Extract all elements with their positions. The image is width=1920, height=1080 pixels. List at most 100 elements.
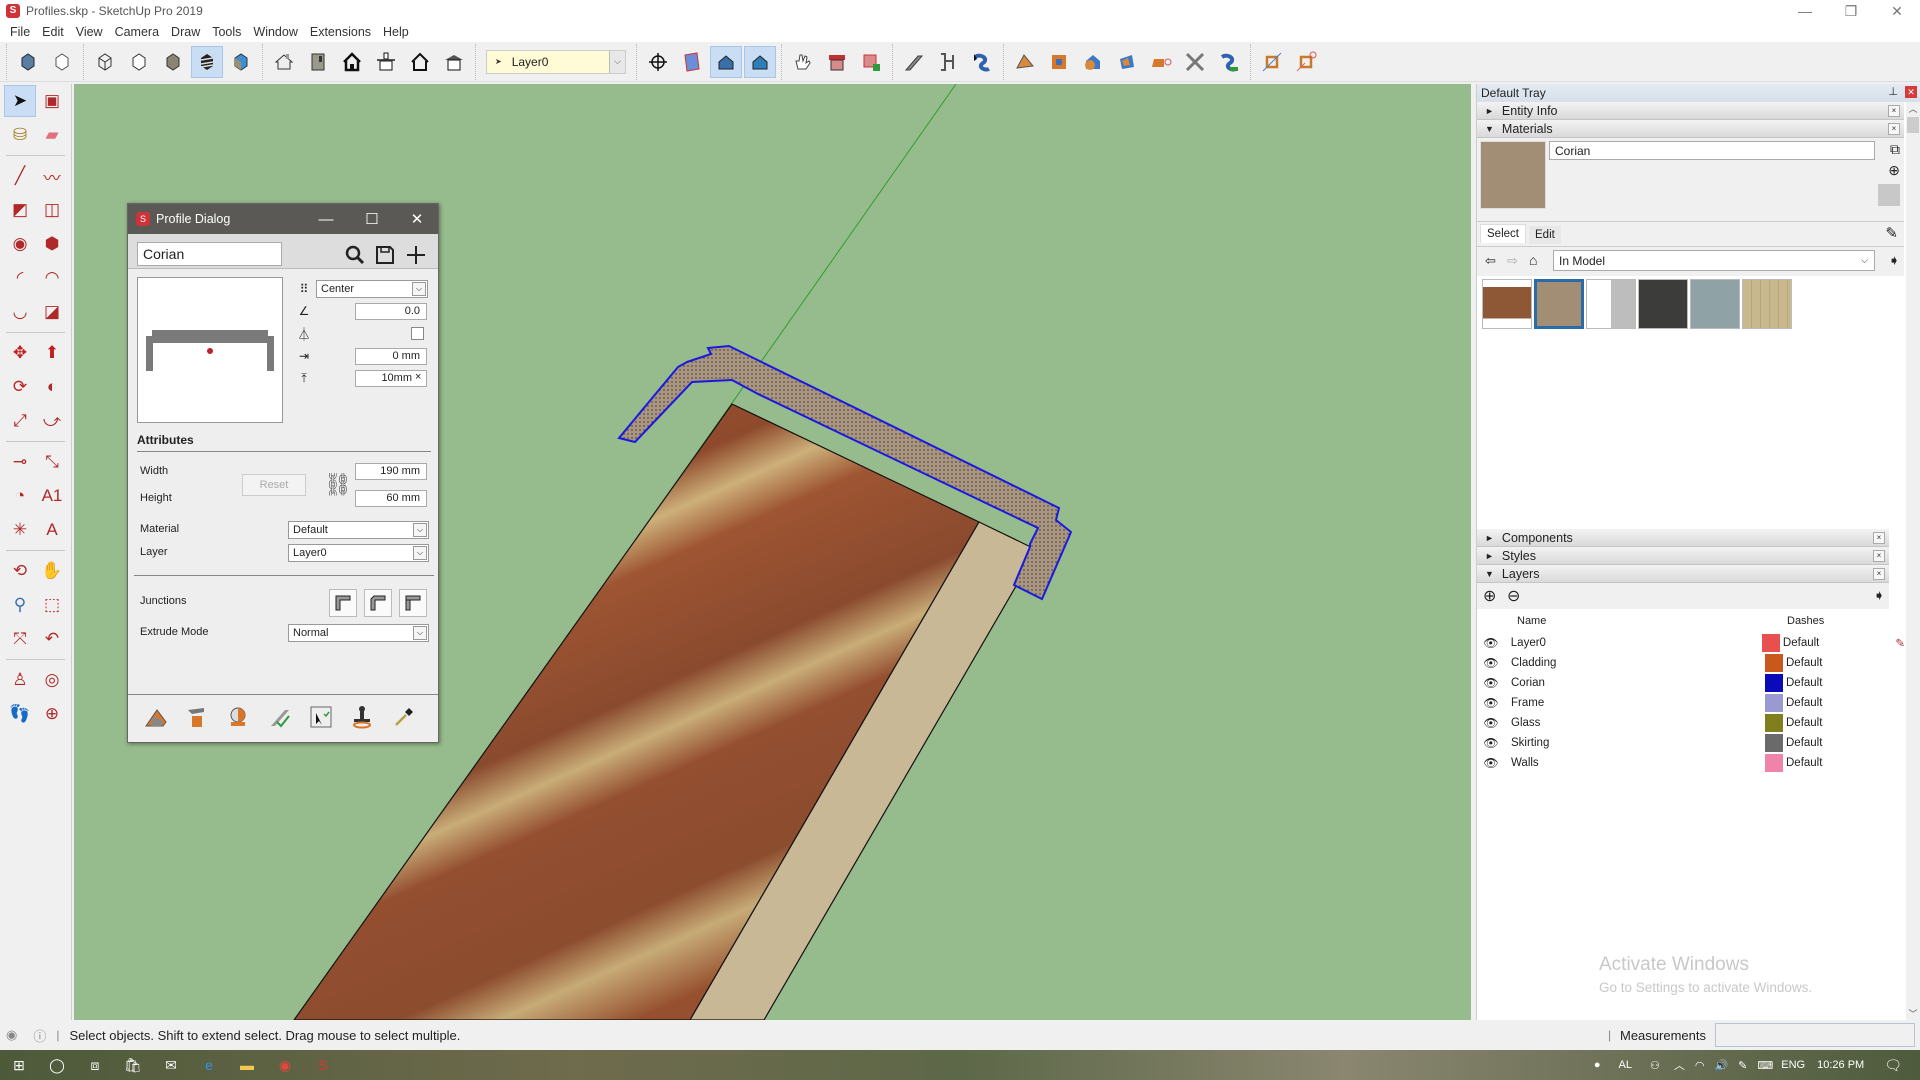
layer-name[interactable]: Layer0 xyxy=(1501,637,1748,649)
visibility-eye-icon[interactable]: 👁 xyxy=(1481,656,1501,670)
panel-layers[interactable]: ▼ Layers × xyxy=(1477,565,1889,583)
junction-square-button[interactable] xyxy=(329,589,357,617)
scroll-up-icon[interactable]: ︿ xyxy=(1906,102,1920,115)
material-swatch-concrete[interactable] xyxy=(1690,279,1740,329)
keyboard-icon[interactable]: ⌨ xyxy=(1757,1059,1773,1072)
visibility-eye-icon[interactable]: 👁 xyxy=(1481,716,1501,730)
pen-icon[interactable]: ✎ xyxy=(1738,1059,1747,1072)
arc-tool-button[interactable]: ◜ xyxy=(4,262,36,294)
zoom-extents-tool-button[interactable]: ⤧ xyxy=(4,623,36,655)
axes-tool-button[interactable]: ✳ xyxy=(4,514,36,546)
material-swatch-glass[interactable] xyxy=(1586,279,1636,329)
shaded-button[interactable] xyxy=(157,46,189,78)
layer-name[interactable]: Skirting xyxy=(1501,737,1751,749)
orbit-tool-button[interactable]: ⟲ xyxy=(4,555,36,587)
layer-row[interactable]: 👁 Glass Default xyxy=(1477,713,1905,733)
display-secondary-browser-icon[interactable]: ⧉ xyxy=(1890,141,1900,158)
layer-dashes[interactable]: Default xyxy=(1783,697,1822,709)
visibility-eye-icon[interactable]: 👁 xyxy=(1481,696,1501,710)
layer-row[interactable]: 👁 Corian Default xyxy=(1477,673,1905,693)
network-icon[interactable]: ◠ xyxy=(1695,1059,1705,1072)
dimension-tool-button[interactable]: ⤡ xyxy=(36,446,68,478)
offset-x-input[interactable]: 0 mm xyxy=(355,348,427,365)
panel-close-button[interactable]: × xyxy=(1888,105,1900,117)
layer-row[interactable]: 👁 Frame Default xyxy=(1477,693,1905,713)
edit-profile-button[interactable] xyxy=(266,703,294,731)
rotated-rectangle-tool-button[interactable]: ◫ xyxy=(36,194,68,226)
details-arrow-icon[interactable]: ➧ xyxy=(1873,587,1885,604)
layer-row[interactable]: 👁 Skirting Default xyxy=(1477,733,1905,753)
panel-close-button[interactable]: × xyxy=(1888,123,1900,135)
home-icon[interactable]: ⌂ xyxy=(1529,252,1537,268)
polygon-tool-button[interactable]: ⬢ xyxy=(36,228,68,260)
close-button[interactable]: ✕ xyxy=(1874,0,1920,22)
dialog-title-bar[interactable]: S Profile Dialog — ☐ ✕ xyxy=(128,204,438,234)
clock[interactable]: 10:26 PM xyxy=(1817,1059,1864,1071)
section-fill-button[interactable] xyxy=(744,45,776,78)
link-chain-icon[interactable]: ⛓ xyxy=(324,472,352,498)
profile-builder-button[interactable] xyxy=(821,46,853,78)
layer-row[interactable]: 👁 Cladding Default xyxy=(1477,653,1905,673)
layer-name[interactable]: Cladding xyxy=(1501,657,1751,669)
layer-color-swatch[interactable] xyxy=(1765,714,1783,732)
section-plane-tool-button[interactable]: ⊕ xyxy=(36,698,68,730)
push-pull-tool-button[interactable]: ⬆ xyxy=(36,337,68,369)
eyedropper-button[interactable] xyxy=(390,703,418,731)
store-button[interactable]: 🛍 xyxy=(114,1050,152,1080)
collection-select[interactable]: In Model ⌵ xyxy=(1553,250,1875,271)
follow-me-tool-button[interactable]: ◐ xyxy=(36,371,68,403)
line-tool-button[interactable]: ╱ xyxy=(4,160,36,192)
move-tool-button[interactable]: ✥ xyxy=(4,337,36,369)
back-edges-button[interactable] xyxy=(46,46,78,78)
wireframe-button[interactable] xyxy=(89,46,121,78)
measurements-input[interactable] xyxy=(1715,1023,1915,1047)
window-frame-remove-button[interactable] xyxy=(1290,46,1322,78)
profile-name-input[interactable]: Corian xyxy=(137,242,282,266)
monochrome-button[interactable] xyxy=(225,46,257,78)
back-arrow-icon[interactable]: ⇦ xyxy=(1485,253,1496,269)
menu-help[interactable]: Help xyxy=(377,25,415,39)
make-component-tool-button[interactable]: ▣ xyxy=(36,85,68,117)
alignment-select[interactable]: Center ⌵ xyxy=(316,280,428,298)
section-plane-button[interactable] xyxy=(642,46,674,78)
menu-extensions[interactable]: Extensions xyxy=(304,25,377,39)
offset-tool-button[interactable]: ⤻ xyxy=(36,405,68,437)
layer-row[interactable]: 👁 Layer0 Default ✎ xyxy=(1477,633,1905,653)
edit-profile-button[interactable] xyxy=(932,46,964,78)
reset-button[interactable]: Reset xyxy=(242,474,306,496)
people-icon[interactable]: ⚇ xyxy=(1650,1059,1660,1072)
task-view-button[interactable]: ⧈ xyxy=(76,1050,114,1080)
panel-components[interactable]: ► Components × xyxy=(1477,529,1889,547)
layer-dropdown[interactable]: ➤ Layer0 ⌵ xyxy=(486,49,626,74)
tab-select[interactable]: Select xyxy=(1480,224,1526,243)
column-name[interactable]: Name xyxy=(1517,615,1787,627)
layer-color-swatch[interactable] xyxy=(1765,674,1783,692)
material-swatch-dark-grey[interactable] xyxy=(1638,279,1688,329)
panel-close-button[interactable]: × xyxy=(1873,532,1885,544)
walk-tool-button[interactable]: 👣 xyxy=(4,698,36,730)
create-material-icon[interactable]: ⊕ xyxy=(1888,162,1900,179)
dialog-maximize-button[interactable]: ☐ xyxy=(352,204,392,234)
restore-button[interactable]: ❐ xyxy=(1828,0,1874,22)
menu-tools[interactable]: Tools xyxy=(206,25,247,39)
layer-color-swatch[interactable] xyxy=(1765,754,1783,772)
tape-measure-tool-button[interactable]: ⊸ xyxy=(4,446,36,478)
position-camera-tool-button[interactable]: ♙ xyxy=(4,664,36,696)
panel-materials[interactable]: ▼ Materials × xyxy=(1477,120,1904,138)
display-section-cuts-button[interactable] xyxy=(710,45,742,78)
details-arrow-icon[interactable]: ➧ xyxy=(1888,252,1900,269)
tray-close-button[interactable]: ✕ xyxy=(1905,86,1917,98)
layer-dashes[interactable]: Default xyxy=(1783,757,1822,769)
top-view-button[interactable] xyxy=(302,46,334,78)
layer-color-swatch[interactable] xyxy=(1762,634,1780,652)
material-swatch-brick[interactable] xyxy=(1482,279,1532,329)
sandbox-hand-button[interactable] xyxy=(787,46,819,78)
material-name-input[interactable]: Corian xyxy=(1549,141,1875,160)
build-profile-button[interactable] xyxy=(142,703,170,731)
menu-camera[interactable]: Camera xyxy=(109,25,165,39)
3d-text-tool-button[interactable]: A xyxy=(36,514,68,546)
column-dashes[interactable]: Dashes xyxy=(1787,615,1824,627)
shaded-textures-button[interactable] xyxy=(191,45,223,78)
junction-butt-button[interactable] xyxy=(399,589,427,617)
search-button[interactable] xyxy=(341,241,369,269)
